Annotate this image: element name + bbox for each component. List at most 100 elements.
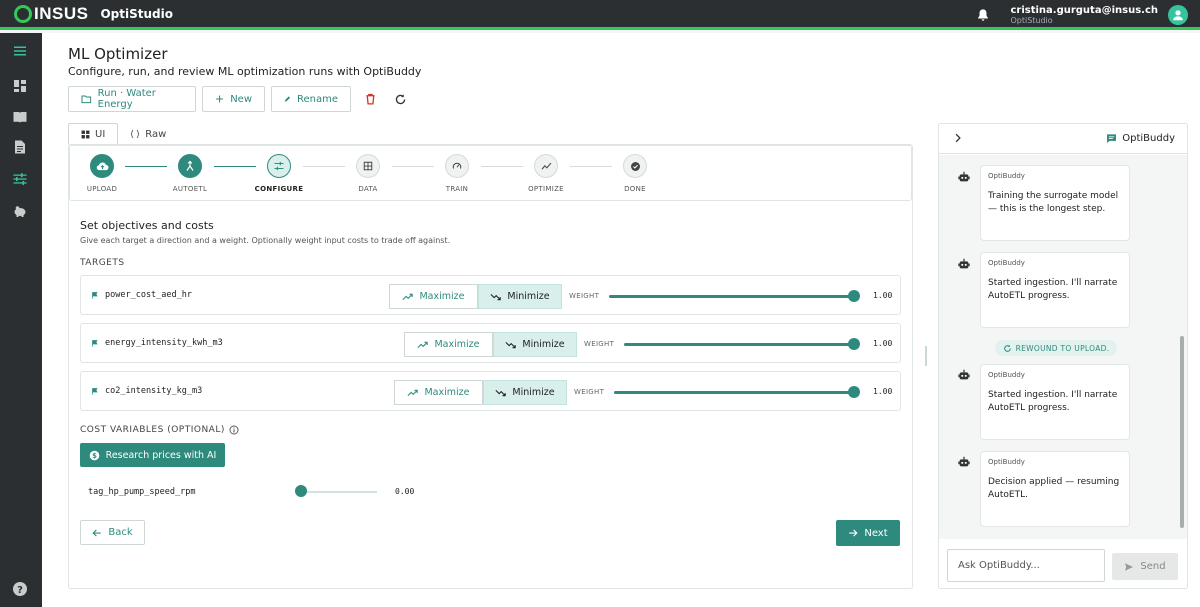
step-circle — [267, 154, 291, 178]
page-title: ML Optimizer — [68, 45, 168, 63]
step-train[interactable]: TRAIN — [427, 154, 487, 193]
flag-icon — [92, 339, 98, 347]
minimize-label: Minimize — [512, 387, 555, 398]
configure-panel: UPLOAD AUTOETL CONFIGURE DATA TRAIN OPTI… — [68, 144, 913, 589]
cost-slider-thumb[interactable] — [295, 485, 307, 497]
chat-scrollbar[interactable] — [1179, 159, 1185, 535]
chat-message: OptiBuddy Decision applied — resuming Au… — [980, 451, 1130, 527]
user-icon — [1173, 10, 1183, 21]
code-braces-icon — [130, 129, 140, 139]
trending-up-icon — [417, 341, 429, 348]
user-info[interactable]: cristina.gurguta@insus.ch OptiStudio — [1010, 5, 1158, 25]
tune-icon[interactable] — [12, 171, 28, 187]
weight-slider-thumb[interactable] — [848, 338, 860, 350]
message-sender: OptiBuddy — [988, 172, 1025, 180]
trending-up-icon — [407, 389, 419, 396]
bell-icon[interactable] — [976, 8, 990, 22]
step-label: UPLOAD — [86, 185, 118, 193]
weight-slider-thumb[interactable] — [848, 290, 860, 302]
trash-icon — [365, 93, 375, 105]
cost-variables-text: COST VARIABLES (OPTIONAL) — [80, 425, 225, 435]
next-label: Next — [864, 527, 888, 539]
step-label: OPTIMIZE — [528, 185, 564, 193]
step-configure[interactable]: CONFIGURE — [249, 154, 309, 193]
cost-slider-track[interactable] — [301, 491, 377, 493]
weight-slider-track[interactable] — [614, 391, 854, 394]
new-button[interactable]: New — [202, 86, 265, 112]
folder-icon — [81, 95, 92, 104]
send-button[interactable]: Send — [1112, 553, 1178, 580]
step-circle — [356, 154, 380, 178]
piggy-bank-icon[interactable] — [12, 203, 28, 219]
message-sender: OptiBuddy — [988, 259, 1025, 267]
section-title: Set objectives and costs — [80, 219, 214, 232]
avatar[interactable] — [1168, 5, 1188, 25]
insus-logo[interactable]: INSUS — [14, 4, 88, 24]
targets-label: TARGETS — [80, 258, 125, 268]
chat-input[interactable]: Ask OptiBuddy... — [947, 549, 1105, 582]
refresh-button[interactable] — [387, 86, 413, 112]
chat-message: OptiBuddy Started ingestion. I'll narrat… — [980, 252, 1130, 328]
step-circle — [534, 154, 558, 178]
rename-label: Rename — [296, 93, 338, 105]
step-label: AUTOETL — [172, 185, 208, 193]
target-name-label: co2_intensity_kg_m3 — [105, 386, 203, 396]
tab-ui[interactable]: UI — [68, 123, 119, 145]
speed-icon — [452, 162, 462, 169]
step-autoetl[interactable]: AUTOETL — [160, 154, 220, 193]
chevron-right-icon[interactable] — [953, 133, 963, 143]
grid-icon — [81, 130, 90, 138]
message-text: Training the surrogate model — this is t… — [988, 191, 1119, 214]
help-icon[interactable]: ? — [12, 581, 28, 597]
weight-label: WEIGHT — [584, 340, 615, 348]
step-data[interactable]: DATA — [338, 154, 398, 193]
message-text: Started ingestion. I'll narrate AutoETL … — [988, 390, 1118, 413]
send-label: Send — [1140, 561, 1166, 572]
maximize-button[interactable]: Maximize — [389, 284, 478, 309]
minimize-button[interactable]: Minimize — [493, 332, 577, 357]
flag-icon — [92, 387, 98, 395]
minimize-button[interactable]: Minimize — [478, 284, 562, 309]
robot-icon — [958, 369, 970, 380]
chat-message: OptiBuddy Training the surrogate model —… — [980, 165, 1130, 241]
maximize-button[interactable]: Maximize — [394, 380, 483, 405]
weight-value: 1.00 — [873, 387, 893, 396]
minimize-label: Minimize — [522, 339, 565, 350]
research-prices-label: Research prices with AI — [105, 449, 217, 461]
weight-label: WEIGHT — [569, 292, 600, 300]
chat-messages[interactable]: OptiBuddy Training the surrogate model —… — [939, 155, 1187, 539]
delete-button[interactable] — [357, 86, 383, 112]
chat-scroll-thumb[interactable] — [1180, 336, 1184, 528]
chat-bubble-icon — [1107, 134, 1117, 143]
weight-slider-track[interactable] — [609, 295, 854, 298]
weight-slider-track[interactable] — [624, 343, 854, 346]
target-row: co2_intensity_kg_m3 Maximize Minimize WE… — [80, 371, 901, 411]
weight-slider-thumb[interactable] — [848, 386, 860, 398]
message-text: Started ingestion. I'll narrate AutoETL … — [988, 278, 1118, 301]
next-button[interactable]: Next — [836, 520, 900, 546]
rename-button[interactable]: Rename — [271, 86, 351, 112]
rewound-badge: REWOUND TO UPLOAD. — [995, 340, 1117, 356]
run-select-label: Run · Water Energy — [97, 88, 156, 110]
maximize-button[interactable]: Maximize — [404, 332, 493, 357]
back-button[interactable]: Back — [80, 520, 145, 545]
research-prices-button[interactable]: $ Research prices with AI — [80, 443, 225, 467]
step-upload[interactable]: UPLOAD — [72, 154, 132, 193]
run-select-button[interactable]: Run · Water Energy — [68, 86, 196, 112]
dashboard-icon[interactable] — [12, 78, 28, 94]
menu-icon[interactable] — [12, 43, 28, 59]
document-icon[interactable] — [12, 139, 28, 155]
tab-raw[interactable]: Raw — [118, 123, 178, 145]
target-row: power_cost_aed_hr Maximize Minimize WEIG… — [80, 275, 901, 315]
book-icon[interactable] — [12, 109, 28, 125]
table-icon — [363, 161, 373, 171]
step-done[interactable]: DONE — [605, 154, 665, 193]
step-optimize[interactable]: OPTIMIZE — [516, 154, 576, 193]
panel-resize-handle[interactable] — [925, 346, 927, 366]
minimize-label: Minimize — [507, 291, 550, 302]
pencil-icon — [284, 96, 291, 102]
info-icon[interactable] — [229, 425, 239, 435]
top-bar: INSUS OptiStudio cristina.gurguta@insus.… — [0, 0, 1200, 30]
minimize-button[interactable]: Minimize — [483, 380, 567, 405]
cost-variable-name: tag_hp_pump_speed_rpm — [88, 487, 196, 497]
